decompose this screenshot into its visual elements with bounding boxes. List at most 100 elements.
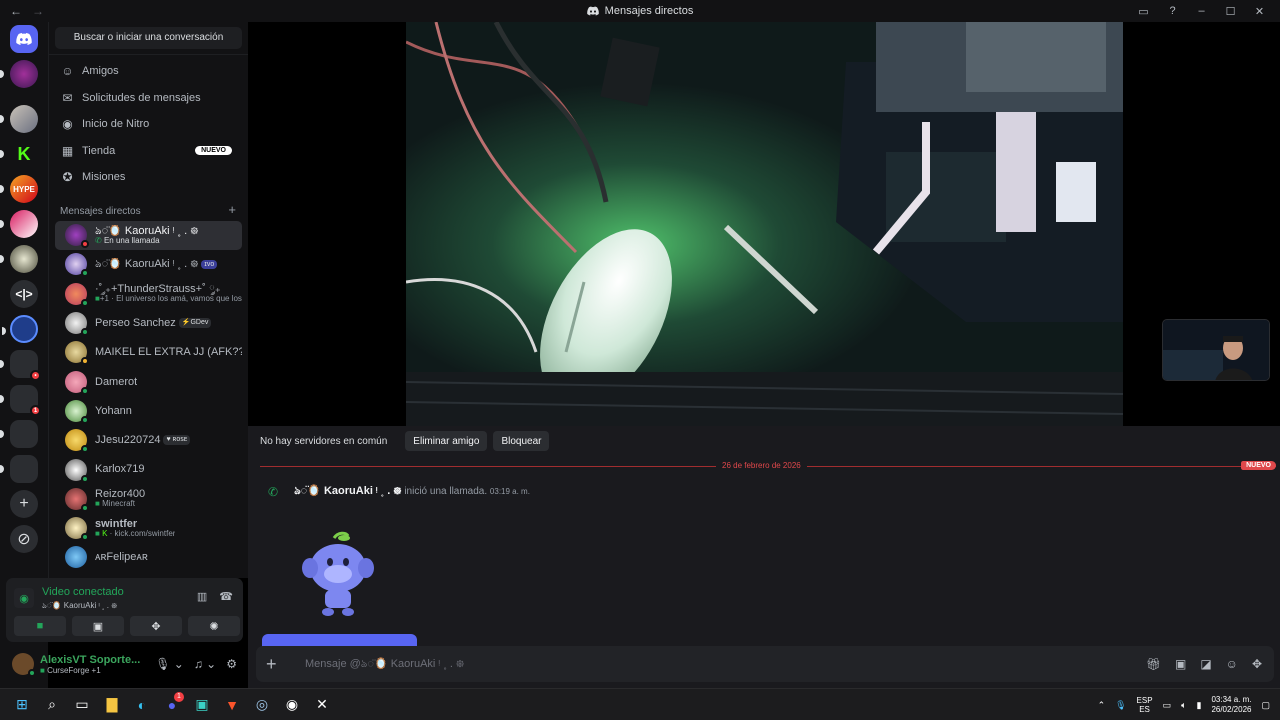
unread-pill [0,150,4,158]
windows-start-icon[interactable]: ⊞ [7,691,37,719]
soundboard-button[interactable]: ✺ [188,616,240,636]
gif-icon[interactable]: ▣ [1175,657,1186,671]
block-button[interactable]: Bloquear [493,431,550,451]
self-video-preview[interactable] [1162,319,1270,381]
message-author[interactable]: ঌ◌̈🪞 KaoruAki ᵎ ˳ . ᪥ [294,485,401,497]
server-folder-icon[interactable]: 1 [0,385,41,416]
battery-icon[interactable]: ▮ [1196,700,1201,711]
edge-icon[interactable]: ◐ [127,691,157,719]
dm-item[interactable]: Yohann [55,396,242,425]
status-online-icon [81,415,89,424]
forward-button[interactable]: → [32,4,44,18]
status-online-icon [81,533,89,542]
capcut-icon[interactable]: ✕ [307,691,337,719]
search-icon[interactable]: ⌕ [37,691,67,719]
volume-icon[interactable]: 🔈︎ [1181,700,1186,711]
clock[interactable]: 03:34 a. m. 26/02/2026 [1211,695,1251,714]
settings-gear-icon[interactable]: ⚙ [226,657,237,671]
disconnect-icon[interactable]: ☎ [219,590,233,603]
nav-quests[interactable]: ✪ Misiones [49,164,248,191]
task-view-icon[interactable]: ▭ [67,691,97,719]
dm-item[interactable]: Perseo Sanchez ⚡GDev [55,308,242,337]
discord-taskbar-icon[interactable]: ● 1 [157,691,187,719]
maximize-button[interactable]: ☐ [1216,0,1245,22]
quests-icon: ✪ [62,170,73,185]
camera-button[interactable]: ■ [14,616,66,636]
signal-icon[interactable]: ◉ [14,588,34,608]
discover-icon[interactable]: ⊘ [10,525,38,553]
inbox-icon[interactable]: ▭ [1129,0,1158,22]
call-started-text: inició una llamada. [404,486,488,497]
server-folder-icon[interactable] [0,420,38,448]
message-input[interactable]: Mensaje @ঌ◌̈🪞 KaoruAki ᵎ ˳ . ᪥ [305,655,464,674]
chevron-up-icon[interactable]: ⌃ [1098,700,1106,711]
voice-status[interactable]: Video conectado [42,586,124,598]
search-input[interactable]: Buscar o iniciar una conversación [55,27,242,49]
dm-item[interactable]: ᴀʀFelipeᴀʀ [55,543,242,572]
language-indicator[interactable]: ESP ES [1137,696,1153,714]
dm-name: MAIKEL EL EXTRA JJ (AFK??) [95,346,242,359]
dm-item[interactable]: ·˚ ༘₊+ThunderStrauss+˚ ༘₊ ■+1 · El univer… [55,279,242,308]
dm-item[interactable]: Karlox719 [55,455,242,484]
steam-icon[interactable]: ◎ [247,691,277,719]
network-icon[interactable]: ▭ [1163,700,1172,711]
back-button[interactable]: ← [10,4,22,18]
apps-icon[interactable]: ✥ [1252,657,1262,671]
dm-status-text: En una llamada [103,236,160,245]
video-stream[interactable] [406,22,1123,426]
headphones-icon[interactable]: ♫ ⌄ [194,657,216,671]
minimize-button[interactable]: – [1187,0,1216,22]
nav-nitro[interactable]: ◉ Inicio de Nitro [49,111,248,138]
activities-button[interactable]: ✥ [130,616,182,636]
dm-item[interactable]: ঌ◌̈🪞 KaoruAki ᵎ ˳ . ᪥ ɪᴠᴏ [55,250,242,279]
nav-shop[interactable]: ▦ Tienda NUEVO [49,138,248,165]
close-button[interactable]: ✕ [1245,0,1274,22]
noise-suppression-icon[interactable]: ▥ [197,590,207,603]
help-icon[interactable]: ? [1158,0,1187,22]
date-divider-label: 26 de febrero de 2026 [716,461,807,470]
dm-item[interactable]: ঌ◌̈🪞 KaoruAki ᵎ ˳ . ᪥ ✆ En una llamada [55,220,242,250]
server-icon[interactable] [0,60,38,88]
username[interactable]: AlexisVT Soporte... [40,654,140,666]
server-icon[interactable]: <|> [10,280,38,308]
status-online-icon [81,503,89,512]
dm-item[interactable]: MAIKEL EL EXTRA JJ (AFK??) [55,338,242,367]
screen-share-button[interactable]: ▣ [72,616,124,636]
server-icon[interactable] [2,315,38,343]
add-server-icon[interactable]: + [10,490,38,518]
gift-icon[interactable]: 🎁︎ [1146,657,1161,671]
sticker-icon[interactable]: ◪ [1200,657,1211,671]
dm-item[interactable]: JJesu220724 ♥ ʀᴏꜱᴇ [55,426,242,455]
unread-pill [2,327,6,335]
server-folder-icon[interactable] [0,455,38,483]
nav-friends[interactable]: ☺ Amigos [49,58,248,85]
hype-server-icon[interactable]: HYPE [0,175,38,203]
file-explorer-icon[interactable]: ▇ [97,691,127,719]
app-icon[interactable]: ◉ [277,691,307,719]
skull-server-icon[interactable] [0,245,38,273]
home-button[interactable] [10,25,38,53]
dm-item[interactable]: swintfer ■ K · kick.com/swintfer [55,513,242,542]
server-icon[interactable] [0,105,38,133]
gamepad-icon: ■ [40,665,45,675]
remove-friend-button[interactable]: Eliminar amigo [405,431,488,451]
dm-item[interactable]: Damerot [55,367,242,396]
webcam-feed-image [406,22,1123,426]
user-avatar[interactable] [12,653,36,677]
microphone-icon[interactable]: 🎙︎ ⌄ [155,657,184,671]
microphone-icon[interactable]: 🎙︎ [1115,700,1126,711]
server-folder-icon[interactable]: • [0,350,41,381]
server-icon[interactable] [0,210,38,238]
guild-tag: ɪᴠᴏ [201,259,218,270]
dm-name: swintfer [95,517,138,530]
emoji-icon[interactable]: ☺ [1226,657,1238,671]
kick-server-icon[interactable]: K [0,140,38,168]
dm-item[interactable]: Reizor400 ■ Minecraft [55,484,242,513]
create-dm-icon[interactable]: + [228,202,236,217]
app-icon[interactable]: ▣ [187,691,217,719]
new-messages-badge: NUEVO [1241,461,1276,470]
add-attachment-icon[interactable]: + [266,654,296,675]
nav-message-requests[interactable]: ✉ Solicitudes de mensajes [49,85,248,112]
notifications-icon[interactable]: ▢ [1261,700,1270,711]
brave-icon[interactable]: ▼ [217,691,247,719]
